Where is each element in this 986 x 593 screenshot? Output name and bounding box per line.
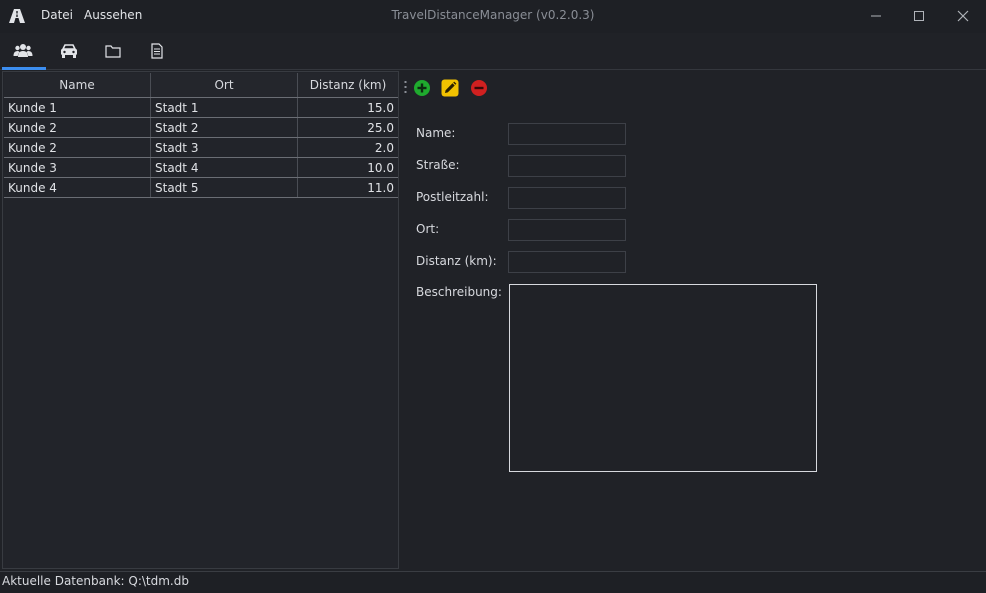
maximize-button[interactable] (899, 4, 939, 28)
minus-circle-icon (471, 80, 487, 96)
cell-distance: 11.0 (297, 177, 398, 198)
menu-aussehen[interactable]: Aussehen (84, 8, 142, 22)
label-name: Name: (416, 126, 456, 140)
delete-button[interactable] (470, 79, 488, 97)
plus-circle-icon (414, 80, 430, 96)
cell-name: Kunde 2 (4, 137, 151, 158)
customer-table: Name Ort Distanz (km) Kunde 1 Stadt 1 15… (4, 73, 398, 198)
menu-datei[interactable]: Datei (41, 8, 73, 22)
label-postcode: Postleitzahl: (416, 190, 489, 204)
cell-ort: Stadt 4 (150, 157, 298, 178)
tab-bar (0, 33, 986, 70)
table-row[interactable]: Kunde 4 Stadt 5 11.0 (4, 177, 398, 198)
minimize-icon (871, 15, 881, 17)
toolbar-grip-icon[interactable] (404, 80, 407, 95)
tab-vehicles[interactable] (46, 33, 90, 69)
users-icon (13, 44, 33, 57)
app-logo-icon (9, 9, 25, 23)
cell-name: Kunde 1 (4, 97, 151, 118)
cell-ort: Stadt 5 (150, 177, 298, 198)
cell-ort: Stadt 1 (150, 97, 298, 118)
car-icon (61, 44, 77, 58)
close-icon (957, 10, 969, 22)
table-header-row: Name Ort Distanz (km) (4, 73, 398, 98)
cell-ort: Stadt 2 (150, 117, 298, 138)
window-title: TravelDistanceManager (v0.2.0.3) (391, 8, 595, 22)
table-row[interactable]: Kunde 3 Stadt 4 10.0 (4, 157, 398, 178)
cell-name: Kunde 4 (4, 177, 151, 198)
label-city: Ort: (416, 222, 440, 236)
maximize-icon (914, 11, 924, 21)
pencil-icon (441, 79, 459, 97)
tab-folder[interactable] (90, 33, 134, 69)
cell-name: Kunde 2 (4, 117, 151, 138)
cell-distance: 2.0 (297, 137, 398, 158)
name-field[interactable] (508, 123, 626, 145)
column-header-distance[interactable]: Distanz (km) (297, 73, 398, 98)
city-field[interactable] (508, 219, 626, 241)
label-description: Beschreibung: (416, 285, 502, 299)
cell-distance: 25.0 (297, 117, 398, 138)
cell-name: Kunde 3 (4, 157, 151, 178)
distance-field[interactable] (508, 251, 626, 273)
document-icon (151, 43, 163, 59)
table-row[interactable]: Kunde 2 Stadt 2 25.0 (4, 117, 398, 138)
description-field[interactable] (509, 284, 817, 472)
cell-ort: Stadt 3 (150, 137, 298, 158)
label-distance: Distanz (km): (416, 254, 497, 268)
title-bar: Datei Aussehen TravelDistanceManager (v0… (0, 0, 986, 33)
edit-button[interactable] (441, 79, 459, 97)
label-street: Straße: (416, 158, 460, 172)
cell-distance: 15.0 (297, 97, 398, 118)
minimize-button[interactable] (856, 4, 896, 28)
close-button[interactable] (943, 4, 983, 28)
add-button[interactable] (413, 79, 431, 97)
column-header-ort[interactable]: Ort (150, 73, 298, 98)
table-row[interactable]: Kunde 1 Stadt 1 15.0 (4, 97, 398, 118)
tab-customers[interactable] (0, 33, 46, 70)
street-field[interactable] (508, 155, 626, 177)
status-bar: Aktuelle Datenbank: Q:\tdm.db (0, 571, 986, 593)
cell-distance: 10.0 (297, 157, 398, 178)
customer-list-panel: Name Ort Distanz (km) Kunde 1 Stadt 1 15… (2, 71, 399, 569)
tab-document[interactable] (134, 33, 178, 69)
table-row[interactable]: Kunde 2 Stadt 3 2.0 (4, 137, 398, 158)
folder-icon (105, 45, 121, 58)
column-header-name[interactable]: Name (4, 73, 151, 98)
status-text: Aktuelle Datenbank: Q:\tdm.db (2, 574, 189, 588)
postcode-field[interactable] (508, 187, 626, 209)
